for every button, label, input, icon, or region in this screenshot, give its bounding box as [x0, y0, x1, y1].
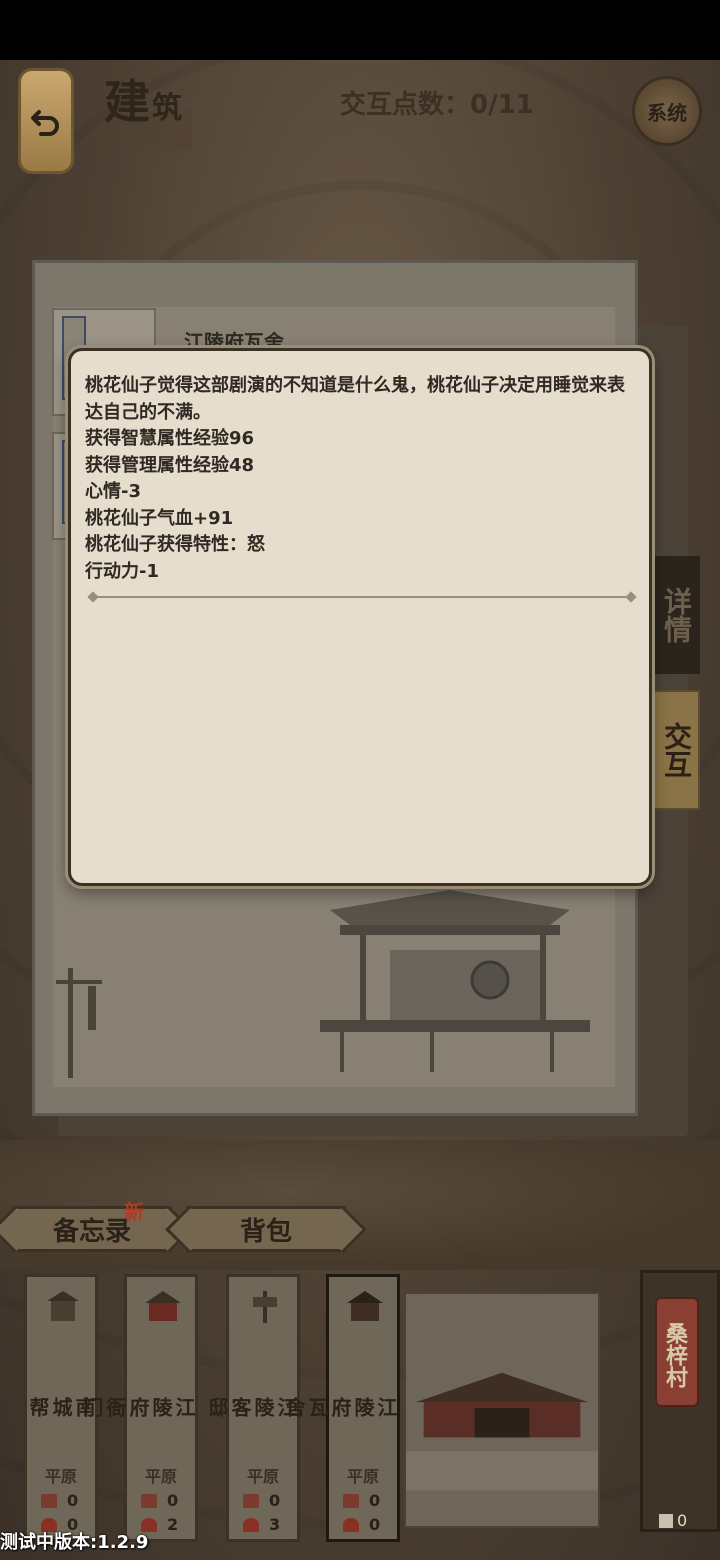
- tab-detail[interactable]: 详情: [652, 556, 700, 674]
- version-label: 测试中版本:1.2.9: [0, 1532, 149, 1553]
- village-flag-count: 0: [659, 1511, 687, 1530]
- card-terrain: 平原: [346, 1467, 379, 1486]
- bag-button[interactable]: 背包: [186, 1206, 346, 1252]
- result-line: 获得智慧属性经验96: [85, 428, 255, 449]
- card-name: 江陵府瓦舍: [282, 1397, 398, 1417]
- tab-interact[interactable]: 交互: [652, 690, 700, 810]
- card-flag-count: 0: [141, 1491, 178, 1510]
- flag-icon: [343, 1493, 359, 1508]
- card-flag-count: 0: [41, 1491, 78, 1510]
- result-line: 桃花仙子觉得这部剧演的不知道是什么鬼，桃花仙子决定用睡觉来表达自己的不满。: [85, 375, 625, 423]
- card-people-count: 0: [343, 1515, 380, 1534]
- flag-icon: [41, 1493, 57, 1508]
- card-name: 江陵府衙门: [80, 1397, 196, 1417]
- event-result-text: 桃花仙子觉得这部剧演的不知道是什么鬼，桃花仙子决定用睡觉来表达自己的不满。 获得…: [85, 373, 633, 585]
- flag-icon: [243, 1493, 259, 1508]
- building-icon: [47, 1291, 79, 1321]
- flag-icon: [659, 1513, 673, 1528]
- interaction-points: 交互点数：0/11: [340, 90, 534, 120]
- card-flag-count: 0: [243, 1491, 280, 1510]
- result-line: 心情-3: [85, 481, 141, 502]
- theater-illustration: [320, 890, 590, 1072]
- card-terrain: 平原: [246, 1467, 279, 1486]
- undo-arrow-icon: [31, 110, 59, 136]
- dialog-divider: [87, 591, 637, 603]
- selected-building-preview: [404, 1292, 600, 1528]
- card-terrain: 平原: [144, 1467, 177, 1486]
- village-card[interactable]: 桑梓村 0: [640, 1270, 720, 1532]
- system-button[interactable]: 系统: [632, 76, 702, 146]
- result-line: 行动力-1: [85, 560, 159, 582]
- building-preview-illustration: [406, 1372, 598, 1491]
- event-result-dialog[interactable]: 桃花仙子觉得这部剧演的不知道是什么鬼，桃花仙子决定用睡觉来表达自己的不满。 获得…: [68, 348, 652, 886]
- building-card-washe[interactable]: 江陵府瓦舍 平原 0 0: [282, 1274, 400, 1542]
- card-flag-count: 0: [343, 1491, 380, 1510]
- result-line: 桃花仙子气血+91: [85, 507, 234, 529]
- building-icon: [145, 1291, 181, 1321]
- village-name: 桑梓村: [655, 1297, 699, 1407]
- status-bar: [0, 0, 720, 60]
- building-icon: [347, 1291, 383, 1321]
- result-line: 桃花仙子获得特性：怒: [85, 534, 265, 555]
- person-icon: [243, 1517, 259, 1532]
- back-button[interactable]: [18, 68, 74, 174]
- person-icon: [343, 1517, 359, 1532]
- flag-icon: [141, 1493, 157, 1508]
- result-line: 获得管理属性经验48: [85, 454, 255, 476]
- building-icon: [253, 1291, 277, 1323]
- building-card-yamen[interactable]: 江陵府衙门 平原 0 2: [80, 1274, 198, 1542]
- card-terrain: 平原: [44, 1467, 77, 1486]
- page-title: 建筑: [104, 75, 182, 129]
- memo-button[interactable]: 备忘录: [12, 1206, 172, 1252]
- signpost-illustration: [56, 968, 102, 1078]
- card-people-count: 3: [243, 1515, 280, 1534]
